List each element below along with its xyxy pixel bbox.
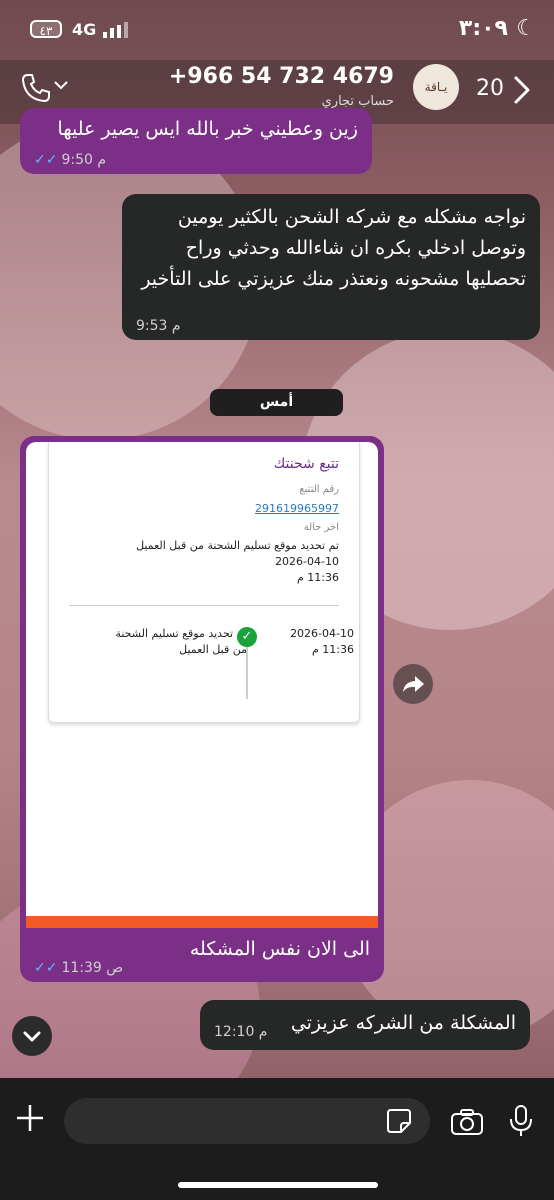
- message-meta: ✓✓ 9:50 م: [34, 152, 106, 168]
- image-caption: الى الان نفس المشكله: [189, 938, 370, 960]
- microphone-icon[interactable]: [508, 1104, 534, 1138]
- footer-bar: [26, 916, 378, 928]
- status-bar: ☾ ٣:٠٩ ٤٣ 4G: [0, 0, 554, 60]
- home-indicator: [178, 1182, 378, 1188]
- back-chevron-icon[interactable]: [506, 72, 536, 108]
- message-input[interactable]: [64, 1098, 430, 1144]
- message-time: 11:39 ص: [61, 960, 124, 976]
- status-time: ٣:٠٩: [458, 16, 508, 41]
- account-type-label: حساب تجاري: [321, 94, 394, 109]
- check-icon: ✓: [237, 627, 257, 647]
- message-time: 9:53 م: [136, 318, 181, 334]
- unread-count[interactable]: 20: [476, 76, 504, 101]
- camera-icon[interactable]: [450, 1108, 484, 1136]
- last-status-date: 2026-04-10: [275, 555, 339, 568]
- signal-icon: [103, 22, 128, 38]
- event-text-line2: من قبل العميل: [179, 643, 247, 656]
- message-bubble-incoming[interactable]: زين وعطيني خبر بالله ايس يصير عليها ✓✓ 9:…: [20, 108, 372, 174]
- message-bubble-outgoing[interactable]: نواجه مشكله مع شركه الشحن بالكثير يومين …: [122, 194, 540, 340]
- event-date: 2026-04-10: [290, 627, 354, 640]
- timeline-line: [246, 647, 248, 699]
- message-time: 9:50 م: [61, 152, 107, 168]
- date-divider: أمس: [210, 389, 343, 416]
- tracking-screenshot[interactable]: تتبع شحنتك رقم التتبع 291619965997 اخر ح…: [26, 442, 378, 928]
- avatar[interactable]: يـاقة: [413, 64, 459, 110]
- message-text: زين وعطيني خبر بالله ايس يصير عليها: [57, 118, 358, 140]
- moon-icon: ☾: [516, 16, 536, 41]
- message-time: 12:10 م: [214, 1024, 268, 1040]
- battery-icon: ٤٣: [30, 20, 62, 38]
- read-ticks-icon: ✓✓: [34, 152, 58, 168]
- last-status-time: 11:36 م: [296, 571, 339, 584]
- chevron-down-icon: [23, 1031, 41, 1042]
- scroll-to-bottom-button[interactable]: [12, 1016, 52, 1056]
- message-text: نواجه مشكله مع شركه الشحن بالكثير يومين …: [141, 206, 526, 290]
- chevron-down-icon[interactable]: [54, 80, 68, 90]
- event-time: 11:36 م: [311, 643, 354, 656]
- tracking-number-link: 291619965997: [255, 502, 339, 515]
- forward-icon: [403, 676, 424, 692]
- avatar-logo-text: يـاقة: [424, 80, 448, 94]
- message-bubble-outgoing[interactable]: المشكلة من الشركه عزيزتي 12:10 م: [200, 1000, 530, 1050]
- tracking-title: تتبع شحنتك: [273, 456, 339, 472]
- last-status-label: اخر حالة: [303, 522, 339, 533]
- tracking-number-label: رقم التتبع: [299, 484, 339, 495]
- forward-button[interactable]: [393, 664, 433, 704]
- message-input-bar: [0, 1078, 554, 1200]
- tracking-card: تتبع شحنتك رقم التتبع 291619965997 اخر ح…: [48, 442, 360, 723]
- contact-name[interactable]: +966 54 732 4679: [169, 64, 394, 89]
- divider: [69, 605, 339, 606]
- sticker-icon[interactable]: [386, 1108, 412, 1134]
- event-text-line1: تم تحديد موقع تسليم الشحنة: [115, 627, 247, 640]
- phone-call-icon[interactable]: [20, 72, 52, 104]
- network-label: 4G: [72, 20, 97, 39]
- last-status-text: تم تحديد موقع تسليم الشحنة من قبل العميل: [136, 539, 339, 552]
- read-ticks-icon: ✓✓: [34, 960, 58, 976]
- plus-icon[interactable]: [14, 1102, 46, 1134]
- image-message-bubble[interactable]: تتبع شحنتك رقم التتبع 291619965997 اخر ح…: [20, 436, 384, 982]
- message-meta: ✓✓ 11:39 ص: [34, 960, 123, 976]
